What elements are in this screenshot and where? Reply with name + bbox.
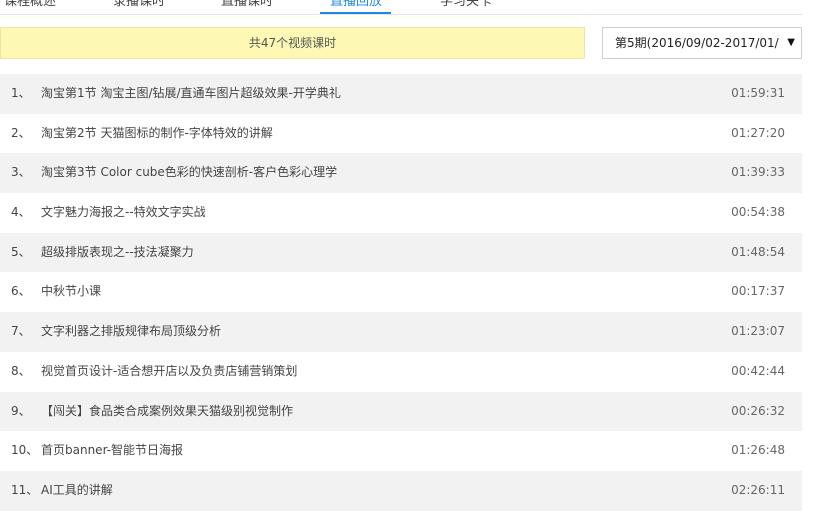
- lesson-row[interactable]: 8、 视觉首页设计-适合想开店以及负责店铺营销策划 00:42:44: [0, 352, 802, 392]
- tab-learning-levels[interactable]: 学习关卡: [440, 0, 492, 10]
- lesson-row[interactable]: 9、 【闯关】食品类合成案例效果天猫级别视觉制作 00:26:32: [0, 391, 802, 432]
- lesson-number: 1、: [11, 86, 31, 100]
- tab-course-overview[interactable]: 课程概述: [4, 0, 56, 10]
- lesson-row[interactable]: 6、 中秋节小课 00:17:37: [0, 272, 802, 312]
- lesson-title[interactable]: 淘宝第1节 淘宝主图/钻展/直通车图片超级效果-开学典礼: [41, 74, 341, 114]
- lesson-count-banner: 共47个视频课时: [0, 27, 585, 59]
- lesson-list: 1、 淘宝第1节 淘宝主图/钻展/直通车图片超级效果-开学典礼 01:59:31…: [0, 74, 802, 511]
- lesson-duration: 01:27:20: [731, 125, 785, 140]
- lesson-title[interactable]: 首页banner-智能节日海报: [41, 431, 183, 471]
- lesson-row[interactable]: 7、 文字利器之排版规律布局顶级分析 01:23:07: [0, 312, 802, 352]
- lesson-title[interactable]: 超级排版表现之--技法凝聚力: [41, 233, 194, 273]
- lesson-row[interactable]: 4、 文字魅力海报之--特效文字实战 00:54:38: [0, 193, 802, 233]
- lesson-row[interactable]: 1、 淘宝第1节 淘宝主图/钻展/直通车图片超级效果-开学典礼 01:59:31: [0, 74, 802, 114]
- lesson-row[interactable]: 10、 首页banner-智能节日海报 01:26:48: [0, 431, 802, 471]
- lesson-duration: 00:42:44: [731, 363, 785, 378]
- tab-live-lessons[interactable]: 直播课时: [221, 0, 273, 10]
- lesson-row[interactable]: 2、 淘宝第2节 天猫图标的制作-字体特效的讲解 01:27:20: [0, 114, 802, 154]
- active-tab-indicator: [320, 12, 391, 14]
- lesson-duration: 00:26:32: [731, 403, 785, 418]
- period-select-value: 第5期(2016/09/02-2017/01/: [615, 36, 779, 50]
- lesson-title[interactable]: 文字利器之排版规律布局顶级分析: [41, 312, 221, 352]
- lesson-title[interactable]: 视觉首页设计-适合想开店以及负责店铺营销策划: [41, 352, 297, 392]
- lesson-row[interactable]: 5、 超级排版表现之--技法凝聚力 01:48:54: [0, 232, 802, 273]
- lesson-number: 4、: [11, 205, 31, 220]
- lesson-number: 7、: [11, 324, 31, 339]
- tab-live-replay[interactable]: 直播回放: [330, 0, 382, 10]
- tab-recorded-lessons[interactable]: 录播课时: [113, 0, 165, 10]
- lesson-title[interactable]: 淘宝第2节 天猫图标的制作-字体特效的讲解: [41, 114, 273, 154]
- period-select[interactable]: 第5期(2016/09/02-2017/01/ ▼: [602, 27, 802, 59]
- lesson-duration: 00:54:38: [731, 205, 785, 220]
- lesson-title[interactable]: 淘宝第3节 Color cube色彩的快速剖析-客户色彩心理学: [41, 153, 337, 193]
- lesson-duration: 01:26:48: [731, 443, 785, 458]
- lesson-row[interactable]: 3、 淘宝第3节 Color cube色彩的快速剖析-客户色彩心理学 01:39…: [0, 153, 802, 194]
- lesson-duration: 01:39:33: [731, 165, 785, 180]
- lesson-number: 9、: [11, 403, 31, 418]
- lesson-title[interactable]: 【闯关】食品类合成案例效果天猫级别视觉制作: [41, 392, 293, 432]
- lesson-number: 3、: [11, 165, 31, 180]
- lesson-number: 5、: [11, 244, 31, 259]
- lesson-title[interactable]: 中秋节小课: [41, 272, 101, 312]
- lesson-duration: 01:48:54: [731, 244, 785, 259]
- lesson-duration: 01:59:31: [731, 86, 785, 100]
- lesson-number: 6、: [11, 284, 31, 299]
- course-tabs: 课程概述 录播课时 直播课时 直播回放 学习关卡: [0, 0, 802, 15]
- lesson-duration: 00:17:37: [731, 284, 785, 299]
- lesson-duration: 01:23:07: [731, 324, 785, 339]
- lesson-number: 10、: [11, 443, 39, 458]
- dropdown-arrow-icon: ▼: [784, 28, 795, 58]
- lesson-number: 2、: [11, 125, 31, 140]
- lesson-title[interactable]: 文字魅力海报之--特效文字实战: [41, 193, 206, 233]
- lesson-number: 8、: [11, 363, 31, 378]
